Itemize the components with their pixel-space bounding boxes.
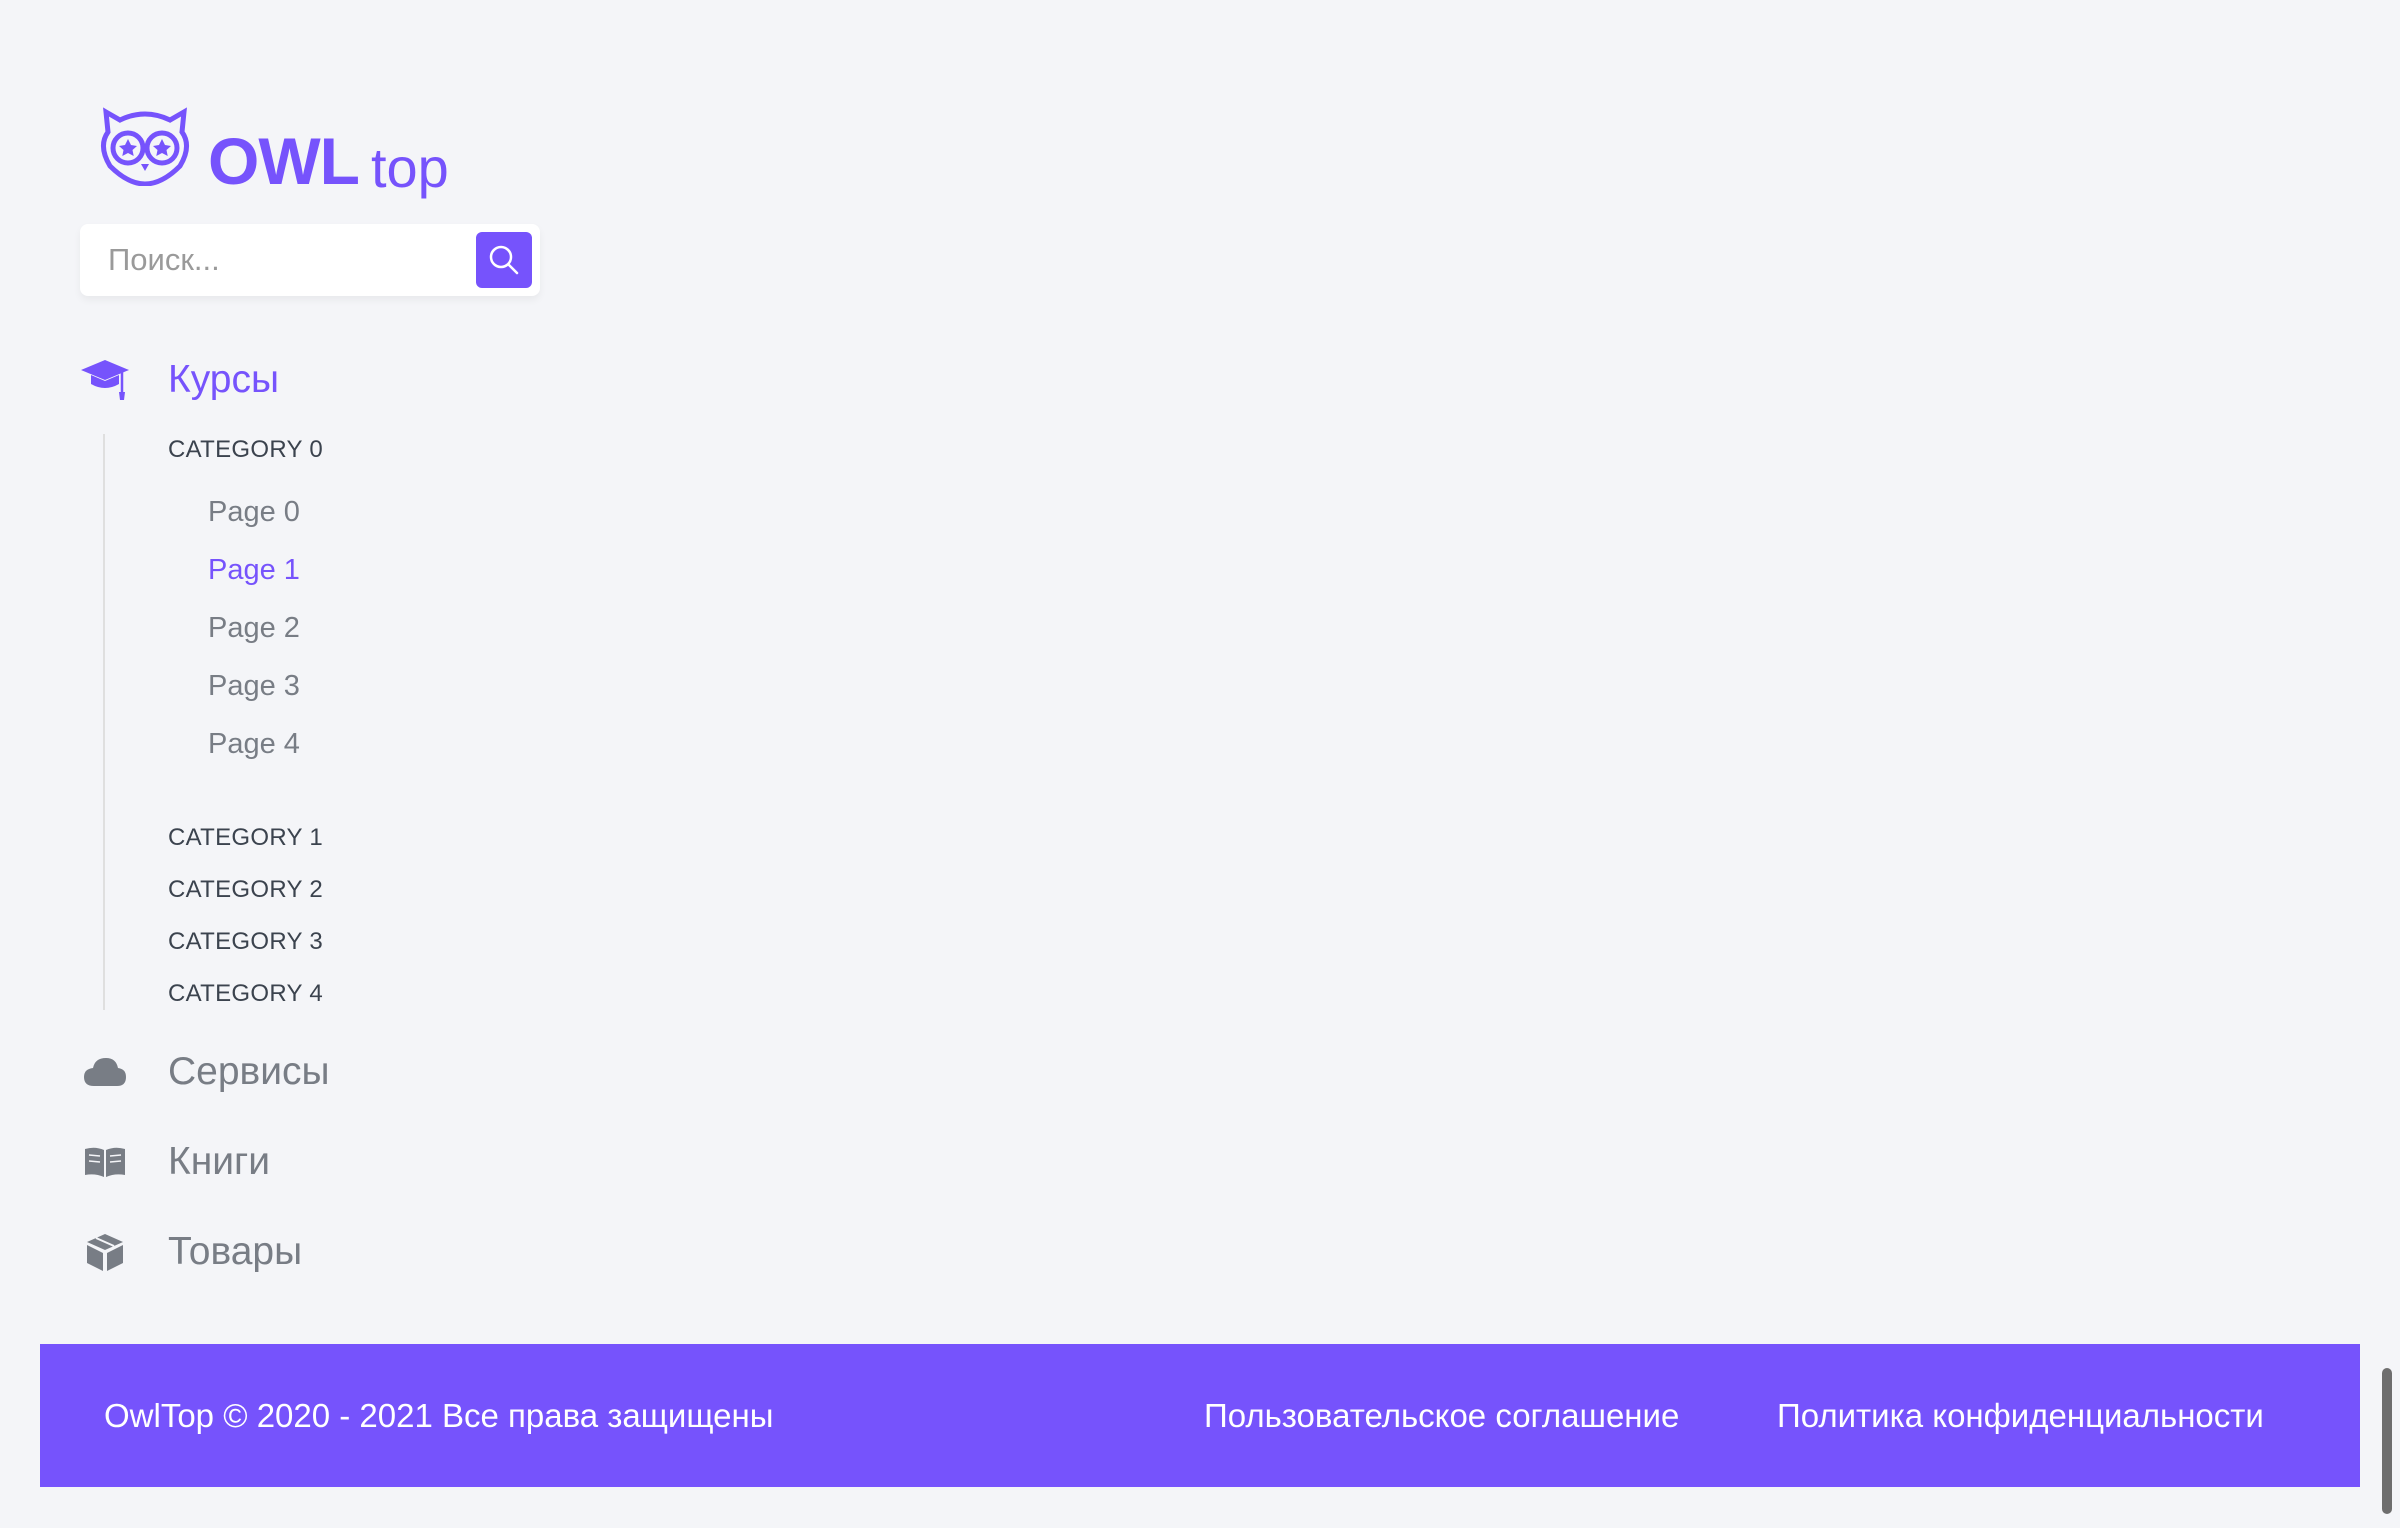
menu-item-goods[interactable]: Товары xyxy=(80,1230,302,1274)
page-link-3[interactable]: Page 3 xyxy=(208,670,300,703)
menu-item-services[interactable]: Сервисы xyxy=(80,1050,330,1094)
menu-label-courses: Курсы xyxy=(168,358,280,401)
graduation-cap-icon xyxy=(80,358,130,402)
category-4[interactable]: CATEGORY 4 xyxy=(168,980,323,1008)
footer-link-agreement[interactable]: Пользовательское соглашение xyxy=(1204,1344,1679,1487)
page-link-0[interactable]: Page 0 xyxy=(208,496,300,529)
footer: OwlTop © 2020 - 2021 Все права защищены … xyxy=(40,1344,2360,1487)
page-link-2[interactable]: Page 2 xyxy=(208,612,300,645)
logo-brand: OWL xyxy=(208,124,360,198)
search-input[interactable] xyxy=(108,224,448,296)
category-3[interactable]: CATEGORY 3 xyxy=(168,928,323,956)
logo-suffix: top xyxy=(370,136,449,199)
category-1[interactable]: CATEGORY 1 xyxy=(168,824,323,852)
book-icon xyxy=(80,1140,130,1184)
menu-label-books: Книги xyxy=(168,1140,271,1183)
menu-label-goods: Товары xyxy=(168,1230,303,1273)
owl-logo-icon xyxy=(101,107,189,186)
footer-copyright: OwlTop © 2020 - 2021 Все права защищены xyxy=(104,1397,774,1434)
category-2[interactable]: CATEGORY 2 xyxy=(168,876,323,904)
menu-item-courses[interactable]: Курсы xyxy=(80,358,279,402)
page-link-1[interactable]: Page 1 xyxy=(208,554,300,587)
page-link-4[interactable]: Page 4 xyxy=(208,728,300,761)
cloud-icon xyxy=(80,1050,130,1094)
logo[interactable]: OWL top xyxy=(100,104,449,199)
box-icon xyxy=(80,1230,130,1274)
menu-label-services: Сервисы xyxy=(168,1050,330,1093)
footer-link-privacy[interactable]: Политика конфиденциальности xyxy=(1777,1344,2264,1487)
category-0[interactable]: CATEGORY 0 xyxy=(168,436,323,464)
search-icon xyxy=(489,245,519,275)
search-button[interactable] xyxy=(476,232,532,288)
scrollbar[interactable] xyxy=(2382,1368,2392,1514)
tree-line xyxy=(103,434,105,1010)
menu-item-books[interactable]: Книги xyxy=(80,1140,270,1184)
search-box xyxy=(80,224,540,296)
